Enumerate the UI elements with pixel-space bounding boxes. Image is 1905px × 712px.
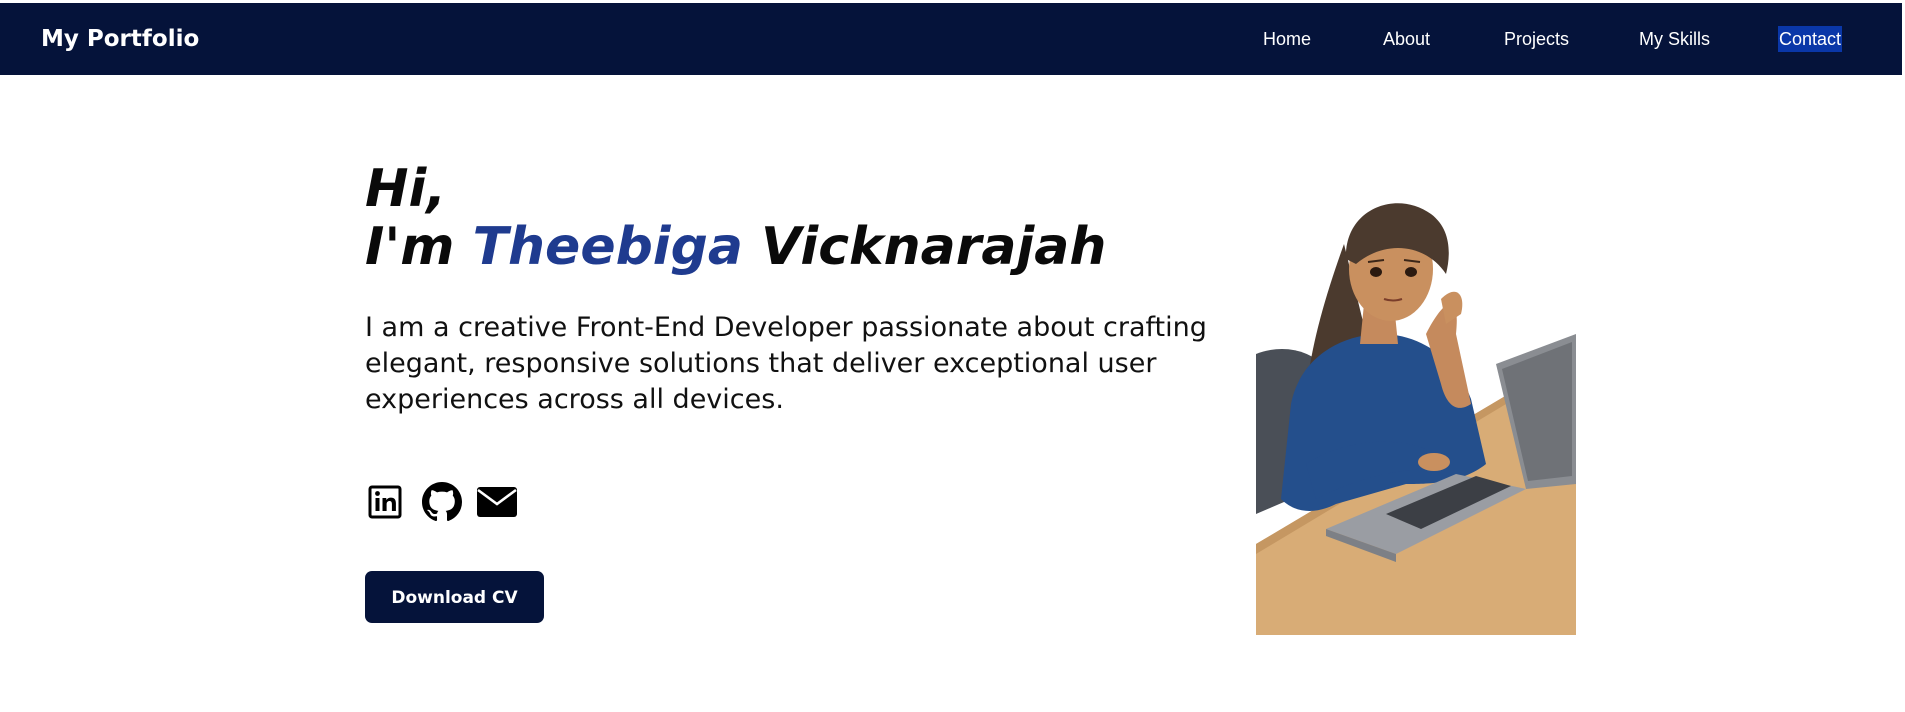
nav-link-about[interactable]: About — [1382, 26, 1431, 52]
nav-link-home[interactable]: Home — [1262, 26, 1312, 52]
intro-text: I am a creative Front-End Developer pass… — [365, 312, 1207, 415]
download-cv-button[interactable]: Download CV — [365, 571, 544, 623]
greeting: Hi, I'm Theebiga Vicknarajah — [365, 160, 1106, 276]
greeting-line-1: Hi, — [365, 159, 447, 219]
linkedin-icon[interactable] — [367, 482, 403, 526]
github-icon[interactable] — [422, 482, 462, 526]
nav-links: Home About Projects My Skills Contact — [0, 3, 1902, 75]
greeting-prefix: I'm — [365, 217, 473, 277]
hero-heading: Hi, I'm Theebiga Vicknarajah — [365, 160, 1106, 276]
first-name: Theebiga — [472, 217, 743, 277]
page: My Portfolio Home About Projects My Skil… — [0, 0, 1905, 712]
email-icon[interactable] — [475, 482, 519, 526]
nav-link-contact[interactable]: Contact — [1778, 26, 1843, 52]
developer-illustration — [1256, 184, 1576, 635]
navbar: My Portfolio Home About Projects My Skil… — [0, 3, 1902, 75]
nav-link-my-skills[interactable]: My Skills — [1638, 26, 1711, 52]
nav-link-projects[interactable]: Projects — [1503, 26, 1570, 52]
last-name: Vicknarajah — [742, 217, 1107, 277]
